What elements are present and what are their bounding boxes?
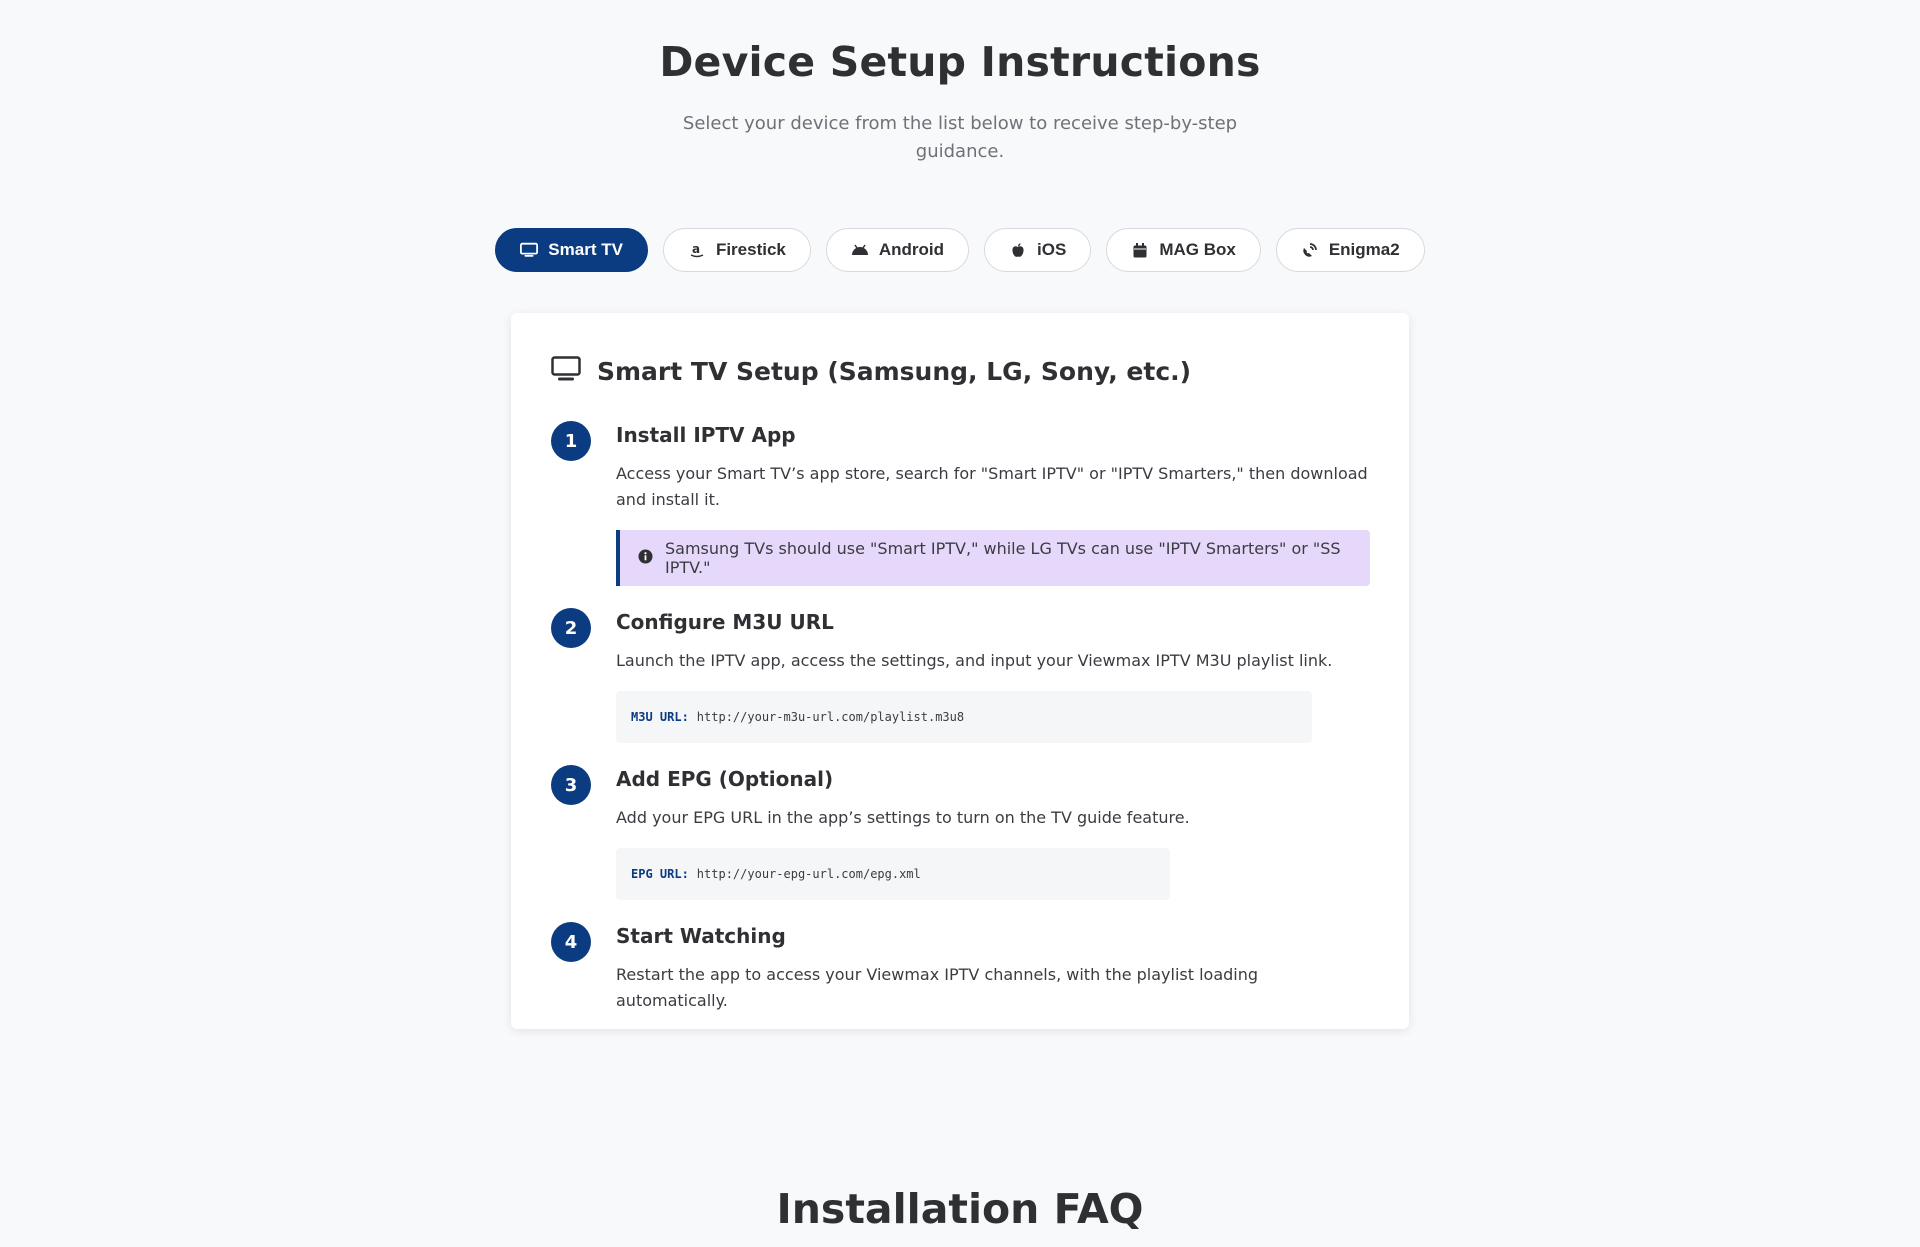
step-text: Access your Smart TV’s app store, search… [616,464,1368,509]
epg-url-code[interactable]: EPG URL: http://your-epg-url.com/epg.xml [616,848,1170,900]
svg-text:a: a [692,242,700,256]
code-value: http://your-epg-url.com/epg.xml [696,867,921,881]
apple-icon [1009,241,1027,259]
faq-title: Installation FAQ [776,1185,1144,1233]
step-title: Add EPG (Optional) [616,767,834,791]
code-key: EPG URL: [631,867,689,881]
step-title: Install IPTV App [616,423,796,447]
tab-label: Firestick [715,240,786,259]
code-value: http://your-m3u-url.com/playlist.m3u8 [696,710,965,724]
page-subtitle: Select your device from the list below t… [682,113,1238,162]
tab-label: iOS [1037,240,1067,259]
step-number: 1 [551,421,591,461]
page: Device Setup Instructions Select your de… [0,0,1920,1247]
step-text: Restart the app to access your Viewmax I… [616,965,1259,1010]
step-number: 3 [551,765,591,805]
satellite-icon [1301,241,1319,259]
setup-card: Smart TV Setup (Samsung, LG, Sony, etc.)… [511,313,1409,1029]
code-key: M3U URL: [631,710,689,724]
tv-icon [551,356,581,386]
step-number: 2 [551,608,591,648]
step-text: Add your EPG URL in the app’s settings t… [616,808,1190,827]
tab-label: MAG Box [1159,240,1236,259]
m3u-url-code[interactable]: M3U URL: http://your-m3u-url.com/playlis… [616,691,1312,743]
tab-firestick[interactable]: a Firestick [662,228,811,272]
tv-icon [520,241,539,259]
step-text: Launch the IPTV app, access the settings… [616,651,1333,670]
tab-label: Smart TV [548,240,623,259]
tab-label: Enigma2 [1328,240,1400,259]
info-note: Samsung TVs should use "Smart IPTV," whi… [616,530,1370,586]
box-icon [1131,241,1149,259]
tab-mag-box[interactable]: MAG Box [1106,228,1261,272]
note-text: Samsung TVs should use "Smart IPTV," whi… [665,539,1341,577]
card-title: Smart TV Setup (Samsung, LG, Sony, etc.) [597,356,1192,386]
card-header: Smart TV Setup (Samsung, LG, Sony, etc.) [551,356,1191,386]
step-title: Start Watching [616,924,786,948]
android-icon [851,241,869,259]
step-number: 4 [551,922,591,962]
info-icon [638,549,653,568]
tab-enigma2[interactable]: Enigma2 [1275,228,1425,272]
tab-ios[interactable]: iOS [984,228,1092,272]
step-title: Configure M3U URL [616,610,834,634]
amazon-icon: a [688,241,706,259]
tab-smart-tv[interactable]: Smart TV [495,228,648,272]
device-tabs: Smart TV a Firestick Android iOS MAG Box [0,228,1920,272]
page-title: Device Setup Instructions [659,38,1261,86]
tab-android[interactable]: Android [825,228,970,272]
tab-label: Android [878,240,945,259]
